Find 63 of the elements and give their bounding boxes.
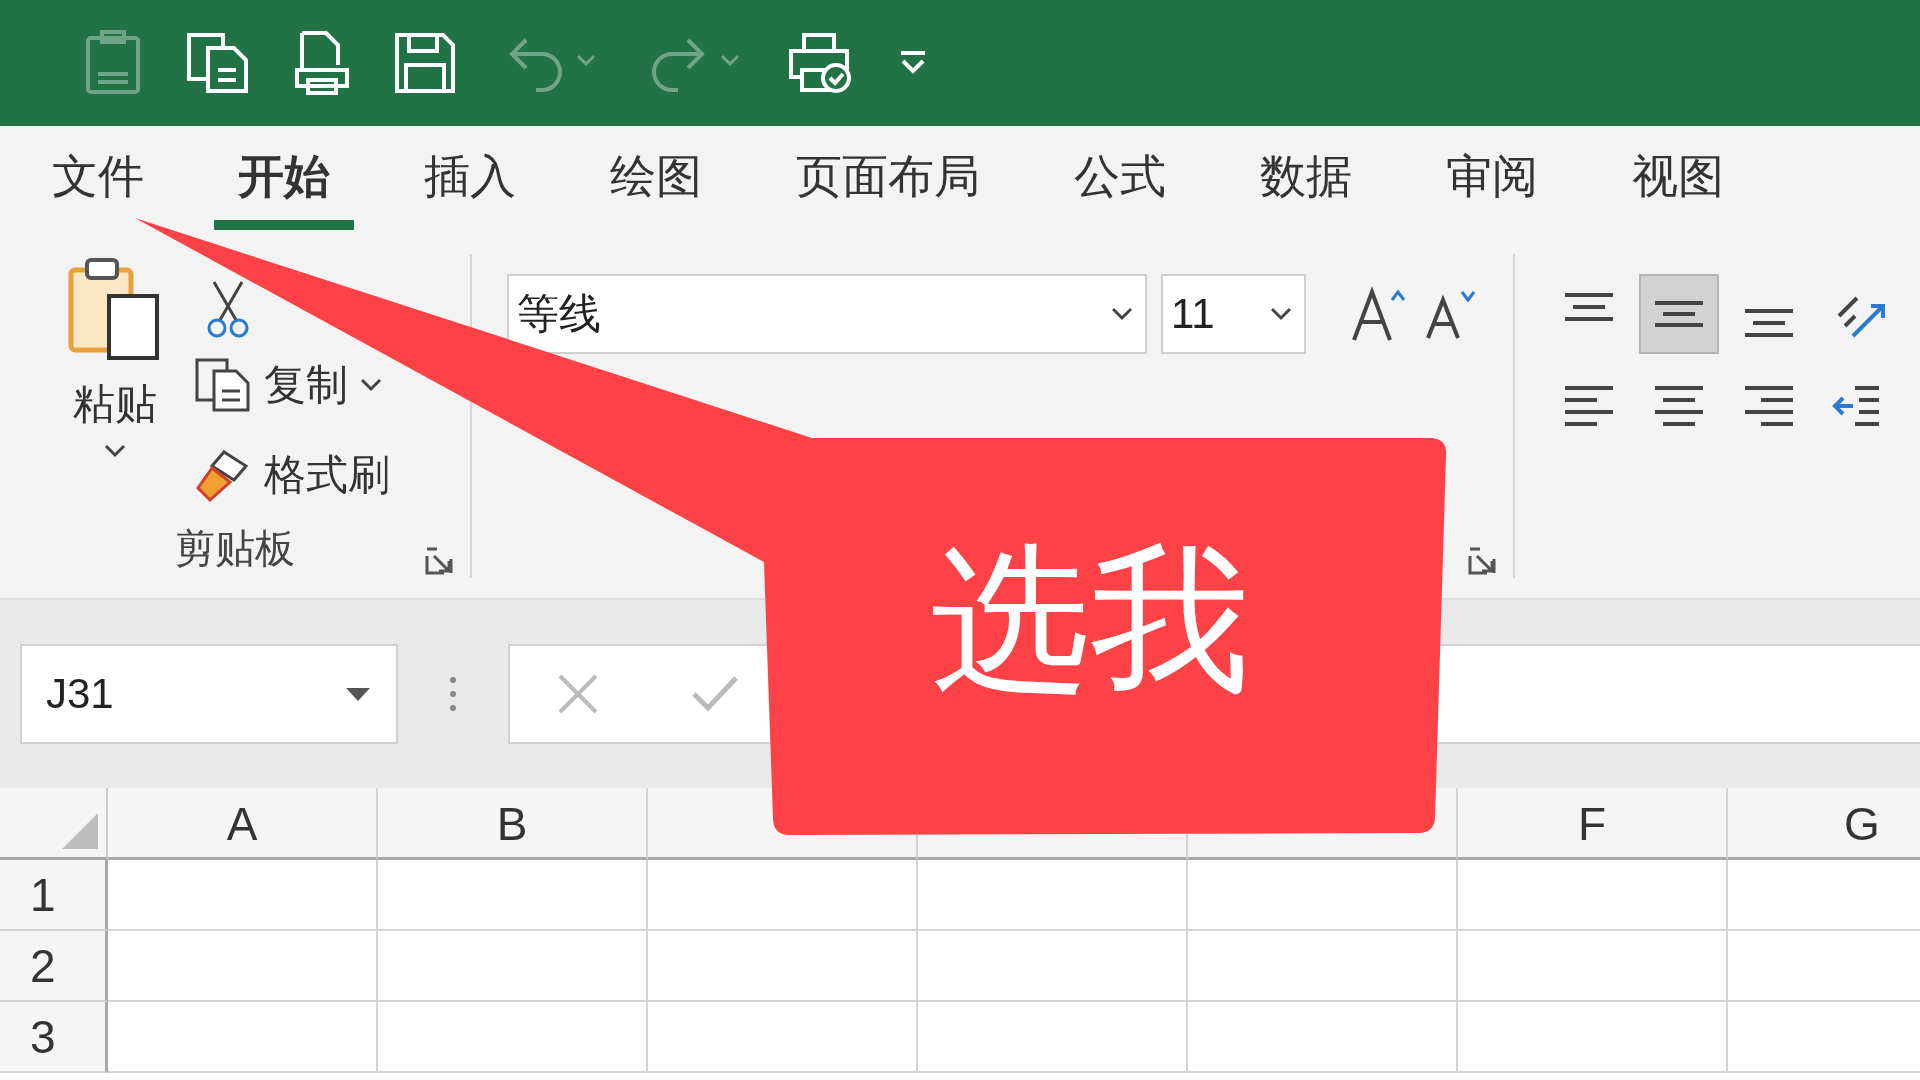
triangle-icon [60, 811, 100, 851]
name-box[interactable]: J31 [20, 644, 398, 744]
ribbon-tab[interactable]: 视图 [1608, 126, 1748, 230]
top-align-icon [1563, 293, 1615, 321]
callout-text: 选我 [930, 540, 1250, 700]
middle-align-icon [1653, 301, 1705, 327]
caret-icon[interactable] [1111, 307, 1133, 321]
group-label: 剪贴板 [175, 524, 295, 572]
caret-icon[interactable] [104, 444, 126, 458]
grid-cell[interactable] [648, 860, 918, 931]
row-header[interactable]: 2 [0, 931, 108, 1002]
customize-caret-icon[interactable] [898, 50, 928, 76]
column-header[interactable]: A [108, 788, 378, 860]
copy-icon[interactable] [186, 32, 250, 94]
grid-cell[interactable] [1458, 1002, 1728, 1073]
ribbon-tab[interactable]: 文件 [28, 126, 168, 230]
printer-icon[interactable] [788, 32, 854, 94]
copy-icon[interactable] [194, 357, 252, 413]
font-size-field[interactable]: 11 [1161, 274, 1306, 354]
ribbon-tab[interactable]: 数据 [1236, 126, 1376, 230]
checkmark-icon[interactable] [690, 674, 740, 714]
caret-icon[interactable] [360, 378, 382, 392]
caret-icon[interactable] [1270, 307, 1292, 321]
bottom-align-icon [1743, 309, 1795, 337]
grid-cell[interactable] [1188, 860, 1458, 931]
grid-cell[interactable] [108, 1002, 378, 1073]
copy-label[interactable]: 复制 [264, 357, 348, 413]
grid-cell[interactable] [918, 1002, 1188, 1073]
ribbon-tab[interactable]: 审阅 [1422, 126, 1562, 230]
column-header[interactable]: B [378, 788, 648, 860]
scissors-icon[interactable] [206, 280, 250, 340]
save-icon[interactable] [394, 32, 456, 94]
grid-cell[interactable] [108, 931, 378, 1002]
print-preview-icon[interactable] [294, 30, 350, 96]
dialog-launcher-icon[interactable] [1467, 546, 1497, 576]
grid-cell[interactable] [378, 860, 648, 931]
ribbon-tab[interactable]: 页面布局 [772, 126, 1004, 230]
paste-label[interactable]: 粘贴 [73, 376, 157, 432]
column-header[interactable]: G [1728, 788, 1920, 860]
grid-cell[interactable] [378, 1002, 648, 1073]
grid-cell[interactable] [1458, 931, 1728, 1002]
ribbon-tab[interactable]: 公式 [1050, 126, 1190, 230]
format-painter-label[interactable]: 格式刷 [264, 447, 390, 503]
grid-cell[interactable] [378, 931, 648, 1002]
row-header[interactable]: 3 [0, 1002, 108, 1073]
grid-cell[interactable] [918, 931, 1188, 1002]
grid-cell[interactable] [108, 860, 378, 931]
grid-cell[interactable] [1188, 931, 1458, 1002]
grid-cell[interactable] [648, 1002, 918, 1073]
column-header[interactable]: F [1458, 788, 1728, 860]
grid-cell[interactable] [1458, 860, 1728, 931]
row-header[interactable]: 1 [0, 860, 108, 931]
cancel-icon[interactable] [556, 672, 600, 716]
vertical-align-button[interactable] [1639, 274, 1719, 354]
grid-cell[interactable] [648, 931, 918, 1002]
grip-icon[interactable] [448, 674, 458, 714]
font-name-field[interactable]: 等线 [507, 274, 1147, 354]
grid-cell[interactable] [918, 860, 1188, 931]
dialog-launcher-icon[interactable] [424, 546, 454, 576]
grid-cell[interactable] [1188, 1002, 1458, 1073]
ribbon-tab[interactable]: 插入 [400, 126, 540, 230]
select-all-corner[interactable] [0, 788, 108, 860]
ribbon-tab[interactable]: 绘图 [586, 126, 726, 230]
